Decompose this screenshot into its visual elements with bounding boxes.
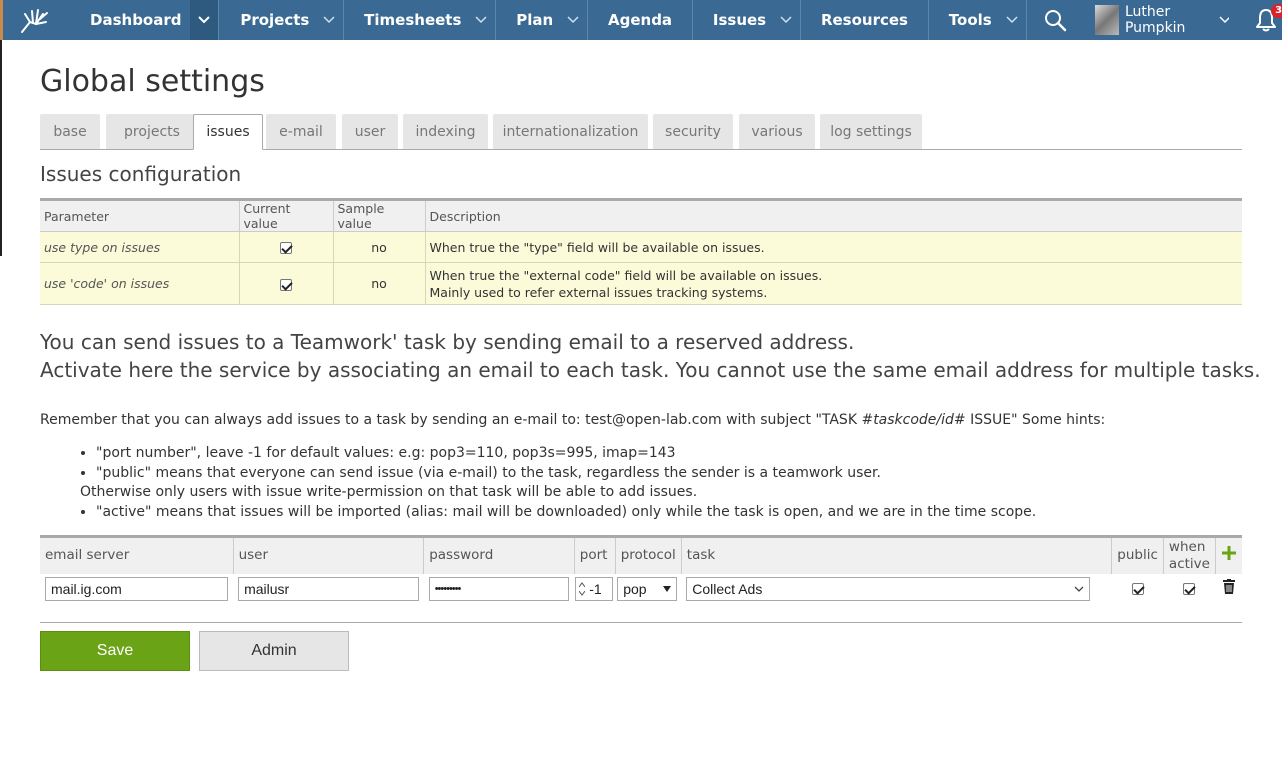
param-description: When true the "external code" field will… <box>425 262 1242 305</box>
remember-note: Remember that you can always add issues … <box>40 412 1106 428</box>
divider <box>40 622 1242 623</box>
chevron-down-icon[interactable] <box>189 0 218 40</box>
nav-resources[interactable]: Resources <box>801 0 928 40</box>
tab-internationalization[interactable]: internationalization <box>493 114 648 149</box>
page-title: Global settings <box>40 64 265 99</box>
when-active-checkbox[interactable] <box>1183 582 1196 595</box>
nav-projects[interactable]: Projects <box>218 0 343 40</box>
avatar <box>1094 5 1119 35</box>
add-server-button[interactable] <box>1215 536 1242 574</box>
col-password: password <box>423 536 575 574</box>
tab-issues[interactable]: issues <box>193 114 263 150</box>
param-description: When true the "type" field will be avail… <box>425 231 1242 263</box>
user-input[interactable]: mailusr <box>238 576 419 601</box>
tab-user[interactable]: user <box>342 114 398 149</box>
tab-various[interactable]: various <box>739 114 815 149</box>
nav-tools[interactable]: Tools <box>929 0 1026 40</box>
col-sample-value: Sample value <box>333 199 426 232</box>
param-name: use type on issues <box>40 231 240 263</box>
public-checkbox[interactable] <box>1131 582 1144 595</box>
dropdown-arrow-icon <box>663 585 672 592</box>
port-input[interactable]: -1 <box>575 576 614 601</box>
sample-value: no <box>333 262 426 305</box>
col-parameter: Parameter <box>40 199 240 232</box>
nav-timesheets[interactable]: Timesheets <box>344 0 495 40</box>
col-user: user <box>233 536 425 574</box>
nav-agenda[interactable]: Agenda <box>588 0 692 40</box>
col-email-server: email server <box>40 536 234 574</box>
nav-plan[interactable]: Plan <box>496 0 587 40</box>
tab-log-settings[interactable]: log settings <box>820 114 922 149</box>
chevron-down-icon[interactable] <box>315 0 343 40</box>
table-row: use 'code' on issues no When true the "e… <box>40 262 1242 305</box>
list-item-continuation: Otherwise only users with issue write-pe… <box>80 484 698 500</box>
sample-value: no <box>333 231 426 263</box>
col-port: port <box>574 536 616 574</box>
col-task: task <box>681 536 1113 574</box>
current-value-checkbox[interactable] <box>280 278 292 291</box>
tab-security[interactable]: security <box>653 114 733 149</box>
col-when-active: when active <box>1163 536 1217 574</box>
tab-base[interactable]: base <box>40 114 100 149</box>
protocol-select[interactable]: pop <box>617 576 678 601</box>
param-name: use 'code' on issues <box>40 262 240 305</box>
col-protocol: protocol <box>615 536 682 574</box>
col-current-value: Current value <box>239 199 334 232</box>
admin-button[interactable]: Admin <box>199 631 349 671</box>
col-description: Description <box>425 199 1242 232</box>
task-select[interactable]: Collect Ads <box>686 576 1090 601</box>
chevron-down-icon[interactable] <box>998 0 1026 40</box>
current-value-checkbox[interactable] <box>280 242 292 254</box>
chevron-down-icon[interactable] <box>467 0 495 40</box>
user-menu[interactable]: Luther Pumpkin <box>1083 0 1230 40</box>
tab-projects[interactable]: projects <box>106 114 198 149</box>
hints-list: "port number", leave -1 for default valu… <box>40 444 1036 522</box>
tab-indexing[interactable]: indexing <box>403 114 488 149</box>
hand-logo-icon <box>20 9 48 33</box>
chevron-down-icon <box>1219 16 1230 24</box>
list-item: "active" means that issues will be impor… <box>96 503 1036 523</box>
list-item: "public" means that everyone can send is… <box>96 464 1036 484</box>
chevron-down-icon[interactable] <box>772 0 800 40</box>
email-server-input[interactable]: mail.ig.com <box>45 576 229 601</box>
nav-dashboard[interactable]: Dashboard <box>64 0 218 40</box>
chevron-down-icon <box>1074 586 1084 592</box>
top-navigation: Dashboard Projects Timesheets Plan Agend… <box>0 0 1282 40</box>
col-public: public <box>1111 536 1164 574</box>
settings-tabs: base projects issues e-mail user indexin… <box>40 114 1242 150</box>
delete-row-button[interactable] <box>1216 574 1243 604</box>
stepper-arrows-icon[interactable] <box>579 581 586 596</box>
search-button[interactable] <box>1027 0 1083 40</box>
issues-config-table: Parameter Current value Sample value Des… <box>40 198 1242 305</box>
email-service-intro: You can send issues to a Teamwork' task … <box>40 330 1261 382</box>
tab-e-mail[interactable]: e-mail <box>266 114 336 149</box>
plus-icon <box>1222 546 1236 561</box>
left-accent-bar <box>0 40 2 256</box>
list-item: "port number", leave -1 for default valu… <box>96 444 1036 464</box>
app-logo[interactable] <box>3 0 64 40</box>
notifications-button[interactable]: 30 <box>1249 0 1282 40</box>
user-name: Luther Pumpkin <box>1124 4 1186 36</box>
table-row: mail.ig.com mailusr ••••••••• -1 pop Col… <box>40 574 1242 604</box>
section-title: Issues configuration <box>40 162 242 186</box>
trash-icon <box>1222 579 1235 594</box>
save-button[interactable]: Save <box>40 631 190 671</box>
password-input[interactable]: ••••••••• <box>428 576 570 601</box>
table-row: use type on issues no When true the "typ… <box>40 231 1242 263</box>
chevron-down-icon[interactable] <box>559 0 587 40</box>
nav-issues[interactable]: Issues <box>693 0 800 40</box>
search-icon <box>1044 10 1066 32</box>
email-servers-table: email server user password port protocol… <box>40 535 1242 604</box>
notification-badge: 30 <box>1271 4 1282 18</box>
